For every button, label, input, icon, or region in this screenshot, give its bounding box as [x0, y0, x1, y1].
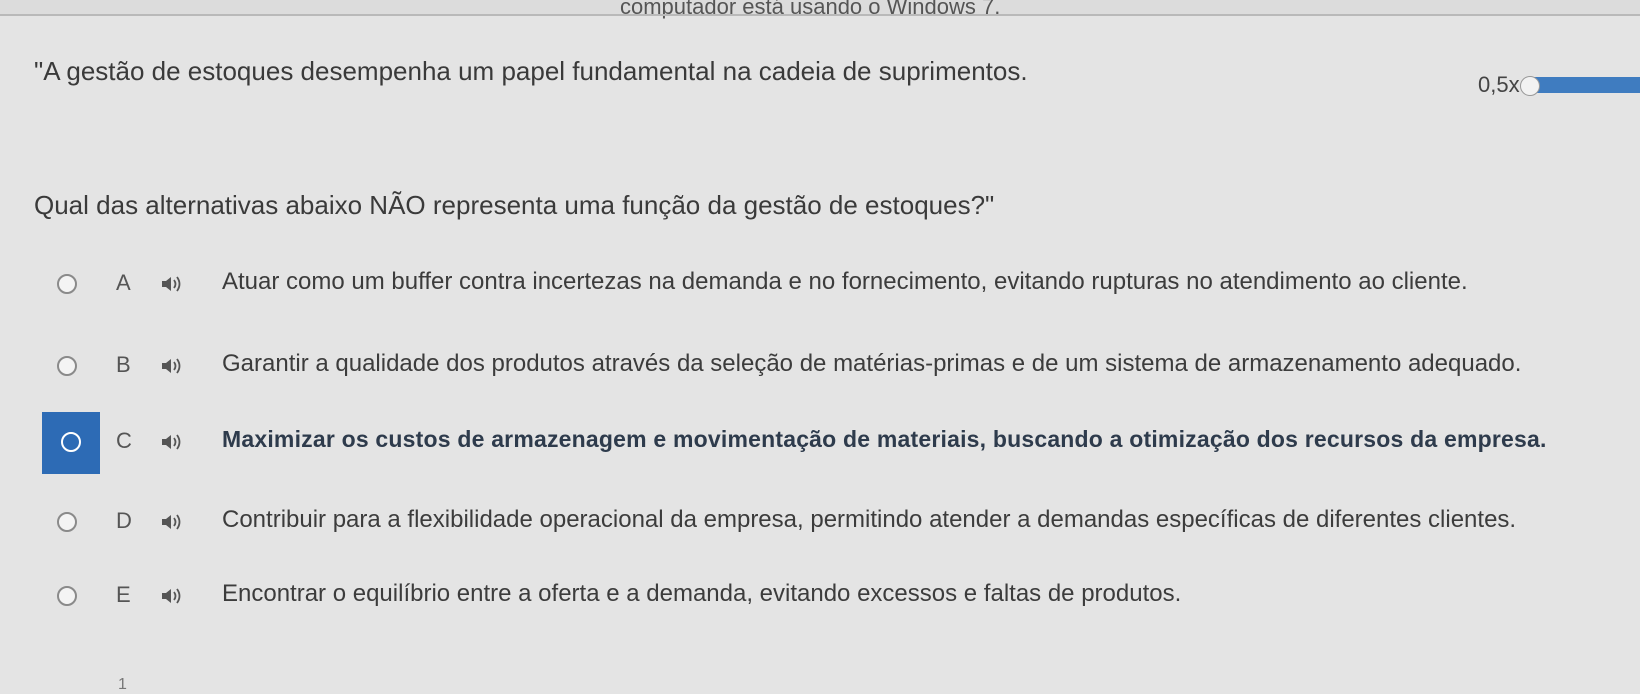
- speaker-icon[interactable]: [160, 432, 186, 452]
- speaker-icon[interactable]: [160, 586, 186, 606]
- option-text: Garantir a qualidade dos produtos atravé…: [222, 350, 1522, 377]
- option-text: Atuar como um buffer contra incertezas n…: [222, 268, 1468, 295]
- speaker-icon[interactable]: [160, 356, 186, 376]
- slider-knob[interactable]: [1519, 76, 1540, 96]
- option-letter: D: [116, 508, 132, 533]
- option-letter: B: [116, 352, 131, 377]
- divider: [0, 14, 1640, 16]
- radio-button-selected[interactable]: [61, 432, 81, 452]
- option-letter: A: [116, 270, 131, 295]
- speaker-icon[interactable]: [160, 274, 186, 294]
- radio-button[interactable]: [57, 356, 77, 376]
- option-text: Maximizar os custos de armazenagem e mov…: [222, 426, 1547, 452]
- question-statement: "A gestão de estoques desempenha um pape…: [34, 56, 1028, 86]
- radio-button[interactable]: [57, 512, 77, 532]
- answer-option-d[interactable]: D Contribuir para a flexibilidade operac…: [0, 492, 1640, 556]
- system-notice: computador está usando o Windows 7.: [620, 0, 1001, 19]
- option-text: Contribuir para a flexibilidade operacio…: [222, 506, 1517, 533]
- option-letter: C: [116, 428, 132, 453]
- speaker-icon[interactable]: [160, 512, 186, 532]
- playback-speed-slider[interactable]: [1519, 76, 1640, 96]
- answer-option-e[interactable]: E Encontrar o equilíbrio entre a oferta …: [0, 566, 1640, 630]
- question-prompt: Qual das alternativas abaixo NÃO represe…: [34, 190, 995, 220]
- footer-mark: 1: [118, 676, 127, 693]
- playback-speed-control[interactable]: 0,5x: [1478, 72, 1640, 98]
- radio-button[interactable]: [57, 586, 77, 606]
- radio-button[interactable]: [57, 274, 77, 294]
- option-letter: E: [116, 582, 131, 607]
- answer-option-c[interactable]: C Maximizar os custos de armazenagem e m…: [0, 412, 1640, 476]
- option-text: Encontrar o equilíbrio entre a oferta e …: [222, 580, 1182, 607]
- answer-option-a[interactable]: A Atuar como um buffer contra incertezas…: [0, 254, 1640, 318]
- answer-option-b[interactable]: B Garantir a qualidade dos produtos atra…: [0, 336, 1640, 400]
- playback-speed-label: 0,5x: [1478, 72, 1520, 97]
